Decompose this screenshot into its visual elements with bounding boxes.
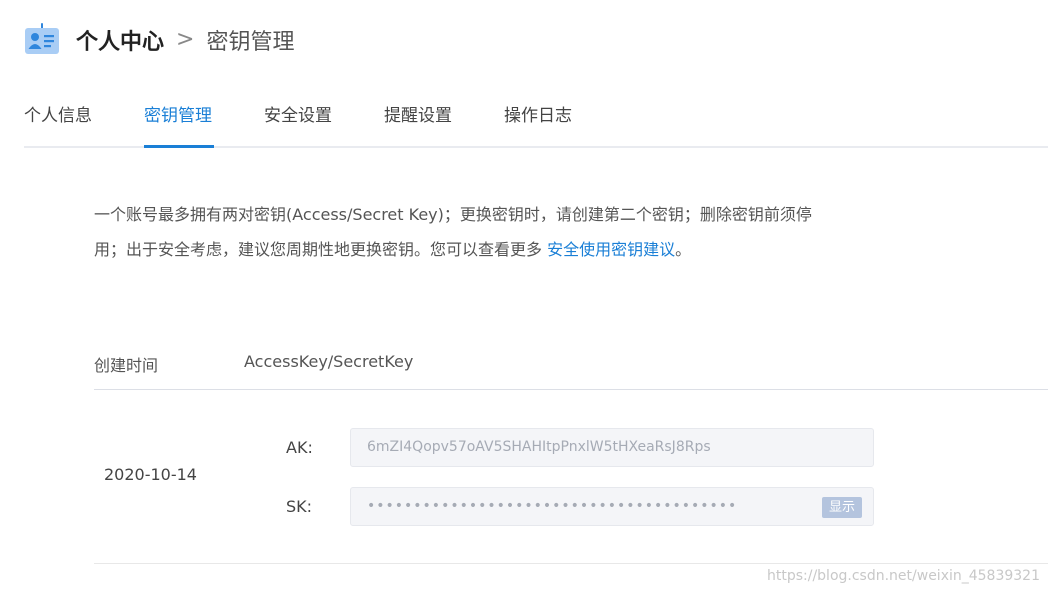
tab-profile[interactable]: 个人信息 (24, 101, 92, 126)
secret-key-field[interactable]: ••••••••••••••••••••••••••••••••••••••••… (350, 487, 874, 526)
tab-reminder-settings[interactable]: 提醒设置 (384, 101, 452, 126)
created-date: 2020-10-14 (104, 465, 197, 484)
show-secret-key-button[interactable]: 显示 (822, 497, 862, 518)
tab-bar: 个人信息 密钥管理 安全设置 提醒设置 操作日志 (24, 96, 1048, 148)
ak-label: AK: (286, 438, 313, 457)
notice-text-line1: 一个账号最多拥有两对密钥(Access/Secret Key)；更换密钥时，请创… (94, 205, 812, 224)
chevron-right-icon: > (176, 26, 195, 52)
key-security-advice-link[interactable]: 安全使用密钥建议 (547, 240, 675, 259)
breadcrumb: 个人中心 > 密钥管理 (24, 22, 294, 58)
breadcrumb-root[interactable]: 个人中心 (76, 24, 164, 56)
breadcrumb-current: 密钥管理 (206, 30, 295, 55)
access-key-value: 6mZI4Qopv57oAV5SHAHItpPnxlW5tHXeaRsJ8Rps (367, 439, 711, 455)
tab-operation-log[interactable]: 操作日志 (504, 101, 572, 126)
active-tab-indicator (144, 145, 214, 148)
tab-key-management[interactable]: 密钥管理 (144, 101, 212, 126)
table-row-divider (94, 563, 1048, 564)
column-header-access-secret-key: AccessKey/SecretKey (244, 352, 414, 371)
id-card-icon (25, 23, 59, 54)
tab-security-settings[interactable]: 安全设置 (264, 101, 332, 126)
table-header-divider (94, 389, 1048, 390)
notice-text-line2: 用；出于安全考虑，建议您周期性地更换密钥。您可以查看更多 (94, 240, 548, 259)
notice-suffix: 。 (675, 240, 692, 259)
access-key-field[interactable]: 6mZI4Qopv57oAV5SHAHItpPnxlW5tHXeaRsJ8Rps (350, 428, 874, 467)
watermark: https://blog.csdn.net/weixin_45839321 (766, 568, 1040, 584)
key-notice: 一个账号最多拥有两对密钥(Access/Secret Key)；更换密钥时，请创… (94, 197, 884, 267)
column-header-created-time: 创建时间 (94, 356, 159, 375)
secret-key-masked-value: •••••••••••••••••••••••••••••••••••••••• (367, 498, 738, 514)
sk-label: SK: (286, 497, 313, 516)
